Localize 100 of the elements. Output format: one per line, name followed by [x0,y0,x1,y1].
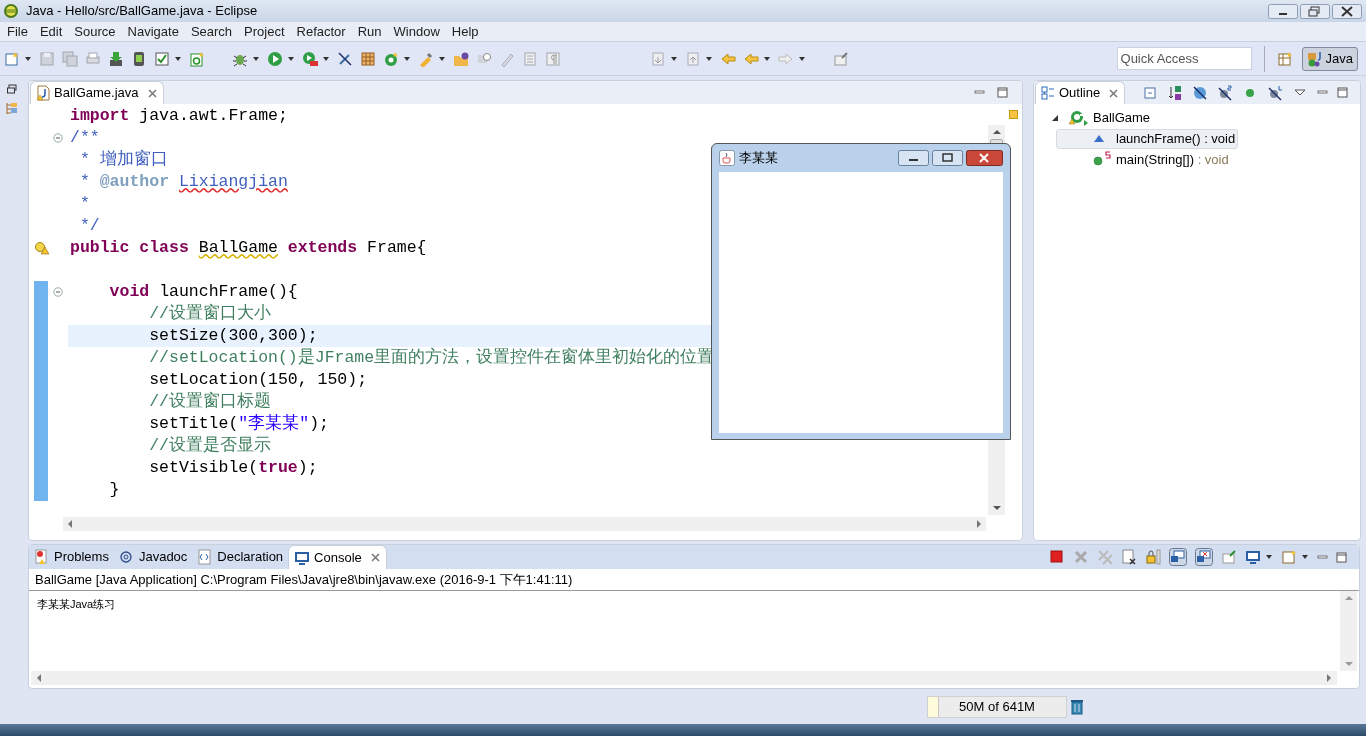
eclipse-logo-icon [3,3,19,19]
menu-item[interactable]: Window [387,21,446,42]
editor-tab[interactable]: BallGame.java [30,81,164,104]
java-perspective-icon [1306,50,1323,67]
restore-button[interactable] [1300,3,1330,19]
console-header: BallGame [Java Application] C:\Program Files\Java\jre8\bin\javaw.exe (2016-9-1 下午1:41:11) [29,569,1359,591]
scroll-up-icon[interactable] [991,128,1002,136]
maximize-icon[interactable] [1337,87,1348,98]
scroll-left-icon[interactable] [35,673,43,683]
java-perspective-button[interactable]: Java [1301,46,1358,71]
menu-item[interactable]: Source [68,21,122,42]
tree-item[interactable]: launchFrame() : void [1056,129,1239,149]
clear-console-icon[interactable] [1121,549,1137,565]
menu-item[interactable]: Navigate [121,21,185,42]
hide-fields-icon[interactable] [1192,84,1208,101]
scroll-right-icon[interactable] [1325,673,1333,683]
panel-tab[interactable]: Declaration [192,545,289,569]
show-on-error-icon[interactable] [1195,548,1213,566]
sort-icon[interactable] [1167,84,1183,101]
maximize-icon[interactable] [1336,551,1347,563]
dropdown-caret-icon[interactable] [670,54,678,63]
display-console-icon[interactable] [1245,549,1261,565]
horizontal-scrollbar[interactable] [31,671,1337,685]
panel-tab[interactable]: Console [288,545,387,569]
close-button[interactable] [966,150,1003,166]
dropdown-caret-icon[interactable] [287,54,295,63]
dropdown-caret-icon[interactable] [705,54,713,63]
open-perspective-icon[interactable] [1276,50,1293,67]
tree-item[interactable]: main(String[]) : void [1056,150,1232,170]
hide-static-icon[interactable] [1217,84,1233,101]
menu-item[interactable]: Refactor [290,21,352,42]
warning-marker[interactable] [1009,110,1018,119]
expanded-arrow-icon[interactable] [1051,114,1059,122]
dropdown-caret-icon[interactable] [322,54,330,63]
dropdown-caret-icon[interactable] [403,54,411,63]
collapse-all-icon[interactable] [1142,84,1158,101]
checkbox-icon[interactable] [154,50,170,67]
new-class-icon[interactable] [189,50,205,67]
heap-status[interactable]: 50M of 641M [927,695,1067,718]
menu-item[interactable]: Edit [33,21,69,42]
hide-local-types-icon[interactable] [1267,84,1283,101]
download-icon[interactable] [108,50,124,67]
pin-console-icon[interactable] [1221,549,1237,565]
grid-icon[interactable] [360,50,376,67]
code-line: * @author Lixiangjian [78,171,288,193]
code-line: setLocation(150, 150); [148,369,368,391]
last-edit-icon[interactable] [720,50,736,67]
code-line: //设置窗口大小 [148,303,272,325]
code-line: //设置窗口标题 [148,391,272,413]
code-line: /** [69,127,100,149]
menu-item[interactable]: Search [184,21,239,42]
close-button[interactable] [1332,3,1362,19]
code-line: void launchFrame(){ [108,281,298,303]
phone-icon[interactable] [131,50,147,67]
tree-item[interactable]: BallGame [1091,108,1153,128]
panel-tab[interactable]: Javadoc [113,545,193,569]
dropdown-caret-icon[interactable] [252,54,260,63]
outline-view-icon[interactable] [6,102,18,114]
dropdown-caret-icon[interactable] [24,54,32,63]
collapse-icon[interactable] [53,133,63,143]
outline-tab[interactable]: Outline [1035,81,1126,104]
flashlight-icon[interactable] [418,50,434,67]
code-line: * [78,193,90,215]
close-icon[interactable] [1108,87,1120,99]
at-sign-icon [118,549,135,565]
minimize-button[interactable] [1268,3,1298,19]
menu-item[interactable]: Project [238,21,291,42]
dropdown-caret-icon[interactable] [1265,553,1273,561]
scroll-down-icon[interactable] [991,504,1002,512]
run-tool-icon[interactable] [302,50,318,67]
quick-access-field[interactable]: Quick Access [1116,47,1252,70]
close-icon[interactable] [146,87,158,99]
dropdown-caret-icon[interactable] [763,54,771,63]
code-line: setTitle("李某某"); [148,413,329,435]
stop-icon[interactable] [1049,549,1065,565]
restore-icon[interactable] [7,84,17,94]
dropdown-caret-icon[interactable] [1301,553,1309,561]
scroll-lock-icon[interactable] [1145,549,1161,565]
horizontal-scrollbar[interactable] [63,517,986,531]
scroll-left-icon[interactable] [66,519,74,529]
dropdown-caret-icon[interactable] [174,54,182,63]
trash-icon[interactable] [1069,697,1085,716]
close-icon[interactable] [369,552,381,563]
window-title: Java - Hello/src/BallGame.java - Eclipse [26,2,258,21]
dropdown-caret-icon[interactable] [798,54,806,63]
dropdown-caret-icon[interactable] [438,54,446,63]
panel-tab[interactable]: Problems [29,545,114,569]
maximize-button[interactable] [932,150,963,166]
menu-item[interactable]: Help [445,21,485,42]
menu-item[interactable]: Run [351,21,388,42]
java-cup-icon [719,150,735,166]
code-line: public class BallGame extends Frame{ [69,237,427,259]
folder-icon[interactable] [453,50,469,67]
pin-icon[interactable] [833,50,849,67]
collapse-icon[interactable] [53,287,63,297]
scroll-right-icon[interactable] [975,519,983,529]
menu-item[interactable]: File [1,21,34,42]
minimize-button[interactable] [898,150,929,166]
show-on-output-icon[interactable] [1169,548,1187,566]
maximize-icon[interactable] [997,87,1008,98]
